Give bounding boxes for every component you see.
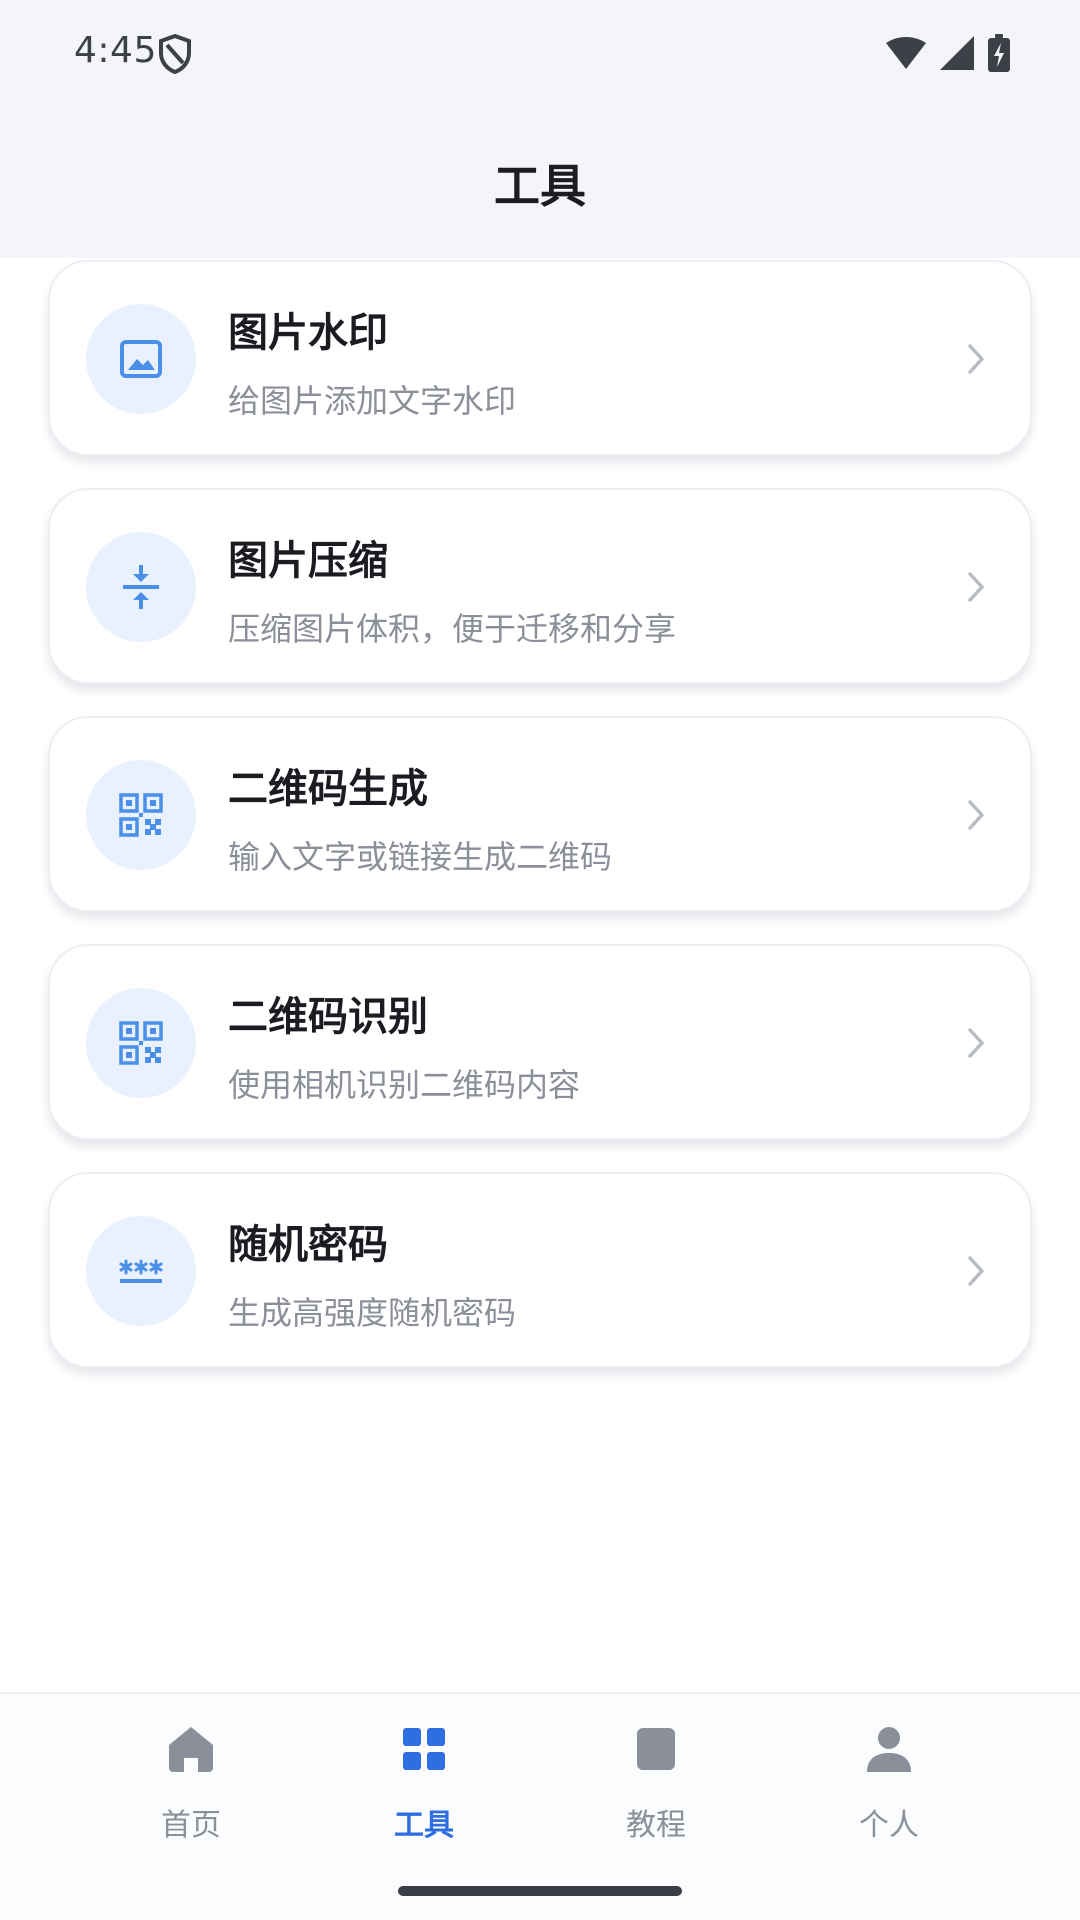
password-icon <box>119 1259 163 1283</box>
nav-label: 个人 <box>859 1808 919 1843</box>
nav-label: 首页 <box>161 1808 221 1843</box>
home-icon <box>169 1727 213 1772</box>
shield-icon <box>159 34 191 74</box>
image-icon <box>120 340 162 378</box>
qr-code-icon <box>119 793 163 837</box>
tool-icon-bg <box>86 988 196 1098</box>
tool-desc: 压缩图片体积，便于迁移和分享 <box>228 610 677 648</box>
tool-card-qr-scan[interactable]: 二维码识别 使用相机识别二维码内容 <box>48 944 1032 1140</box>
page-title: 工具 <box>494 159 586 213</box>
tool-card-image-compress[interactable]: 图片压缩 压缩图片体积，便于迁移和分享 <box>48 488 1032 684</box>
grid-icon <box>403 1728 445 1770</box>
home-indicator[interactable] <box>398 1886 682 1896</box>
tool-name: 随机密码 <box>228 1222 388 1268</box>
tool-card-qr-generate[interactable]: 二维码生成 输入文字或链接生成二维码 <box>48 716 1032 912</box>
chevron-right-icon <box>968 800 984 830</box>
tool-icon-bg <box>86 760 196 870</box>
compress-icon <box>123 565 159 609</box>
nav-item-profile[interactable]: 个人 <box>809 1724 969 1854</box>
chevron-right-icon <box>968 572 984 602</box>
tool-icon-bg <box>86 1216 196 1326</box>
nav-label: 教程 <box>626 1808 686 1843</box>
status-bar: 4:45 <box>0 0 1080 110</box>
person-icon <box>867 1727 911 1772</box>
bottom-nav: 首页 工具 教程 个人 <box>0 1692 1080 1920</box>
qr-code-icon <box>119 1021 163 1065</box>
wifi-icon <box>886 37 926 69</box>
tool-name: 图片水印 <box>228 310 388 356</box>
nav-label: 工具 <box>394 1808 454 1843</box>
chevron-right-icon <box>968 1256 984 1286</box>
tool-name: 二维码生成 <box>228 766 428 812</box>
tool-desc: 输入文字或链接生成二维码 <box>228 838 613 876</box>
book-icon <box>637 1728 675 1770</box>
cell-signal-icon <box>940 36 974 70</box>
status-time: 4:45 <box>74 30 157 71</box>
tool-name: 图片压缩 <box>228 538 388 584</box>
chevron-right-icon <box>968 344 984 374</box>
tool-icon-bg <box>86 304 196 414</box>
status-icons <box>886 33 1010 73</box>
tool-list: 图片水印 给图片添加文字水印 图片压缩 压缩图片体积，便于迁移和分享 二维码生成… <box>48 260 1032 1400</box>
app-header: 工具 <box>0 110 1080 258</box>
nav-item-tutorial[interactable]: 教程 <box>576 1724 736 1854</box>
chevron-right-icon <box>968 1028 984 1058</box>
tool-icon-bg <box>86 532 196 642</box>
tool-card-random-password[interactable]: 随机密码 生成高强度随机密码 <box>48 1172 1032 1368</box>
tool-name: 二维码识别 <box>228 994 428 1040</box>
nav-item-tools[interactable]: 工具 <box>344 1724 504 1854</box>
battery-charging-icon <box>988 34 1010 72</box>
tool-desc: 生成高强度随机密码 <box>228 1294 517 1332</box>
tool-desc: 使用相机识别二维码内容 <box>228 1066 581 1104</box>
nav-item-home[interactable]: 首页 <box>111 1724 271 1854</box>
tool-card-image-watermark[interactable]: 图片水印 给图片添加文字水印 <box>48 260 1032 456</box>
tool-desc: 给图片添加文字水印 <box>228 382 517 420</box>
